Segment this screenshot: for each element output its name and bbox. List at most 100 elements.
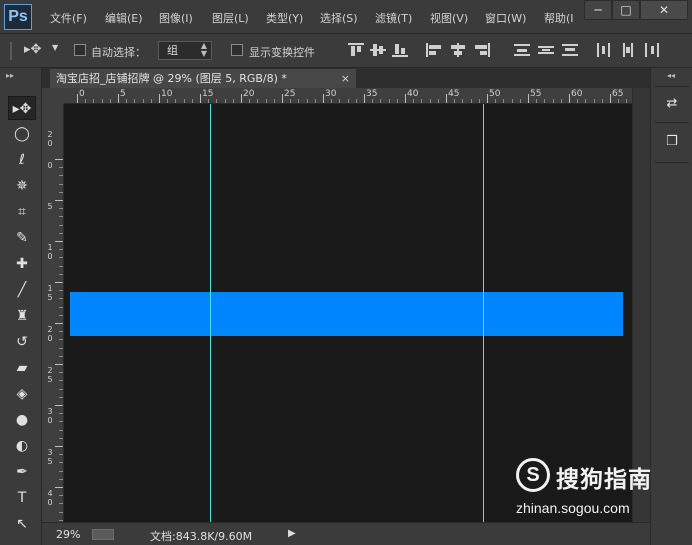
tool-eraser-icon[interactable]: ▰ [8, 356, 36, 380]
ruler-minor-tick [208, 99, 210, 103]
ruler-label: 5 [47, 202, 53, 211]
ruler-tick [55, 405, 63, 406]
tool-dodge-icon[interactable]: ◐ [8, 434, 36, 458]
tool-type-icon[interactable]: T [8, 486, 36, 510]
tool-blur-icon[interactable]: ● [8, 408, 36, 432]
ruler-label: 30 [325, 89, 337, 99]
tool-bucket-icon[interactable]: ◈ [8, 382, 36, 406]
align-vcenter-icon[interactable] [370, 43, 386, 57]
menu-view[interactable]: 视图(V) [430, 10, 468, 26]
ruler-minor-tick [59, 478, 63, 480]
ruler-minor-tick [59, 355, 63, 357]
guide-line[interactable] [483, 104, 484, 522]
tool-stamp-icon[interactable]: ♜ [8, 304, 36, 328]
menu-layer[interactable]: 图层(L) [212, 10, 249, 26]
ruler-tick [610, 94, 611, 103]
show-transform-checkbox[interactable] [231, 44, 243, 56]
ruler-minor-tick [355, 99, 357, 103]
move-tool-icon[interactable]: ▸✥ [24, 42, 41, 57]
tool-history-brush-icon[interactable]: ↺ [8, 330, 36, 354]
ruler-minor-tick [265, 99, 267, 103]
align-hcenter-icon[interactable] [450, 43, 466, 57]
align-left-icon[interactable] [426, 43, 442, 57]
align-top-icon[interactable] [348, 43, 364, 57]
tool-marquee-icon[interactable]: ◯ [8, 122, 36, 146]
menu-select[interactable]: 选择(S) [320, 10, 358, 26]
status-info-icon [92, 529, 114, 540]
expand-arrows-icon[interactable]: ◂◂ [667, 71, 675, 80]
tool-magic-wand-icon[interactable]: ✵ [8, 174, 36, 198]
ruler-minor-tick [59, 511, 63, 513]
ruler-minor-tick [191, 99, 193, 103]
properties-panel-icon[interactable]: ❒ [659, 130, 685, 154]
ruler-label: 2 [47, 130, 53, 139]
vertical-scrollbar[interactable] [632, 88, 650, 522]
ruler-tick [364, 94, 365, 103]
minimize-button[interactable]: ─ [584, 0, 612, 20]
ruler-minor-tick [167, 99, 169, 103]
align-bottom-icon[interactable] [392, 43, 408, 57]
menu-type[interactable]: 类型(Y) [266, 10, 303, 26]
ruler-minor-tick [59, 495, 63, 497]
distribute-left-icon[interactable] [596, 43, 612, 57]
tool-eyedropper-icon[interactable]: ✎ [8, 226, 36, 250]
ruler-label: 2 [47, 366, 53, 375]
history-panel-icon[interactable]: ⇄ [659, 92, 685, 116]
ruler-label: 40 [407, 89, 419, 99]
ruler-minor-tick [314, 99, 316, 103]
menu-edit[interactable]: 编辑(E) [105, 10, 143, 26]
ruler-label: 5 [47, 293, 53, 302]
tool-pen-icon[interactable]: ✒ [8, 460, 36, 484]
document-tab[interactable]: 淘宝店招_店铺招牌 @ 29% (图层 5, RGB/8) * × [50, 69, 356, 88]
distribute-vcenter-icon[interactable] [538, 43, 554, 57]
distribute-right-icon[interactable] [644, 43, 660, 57]
ruler-minor-tick [59, 191, 63, 193]
guide-line[interactable] [210, 104, 211, 522]
tool-brush-icon[interactable]: ╱ [8, 278, 36, 302]
chevron-down-icon[interactable]: ▼ [52, 43, 58, 52]
status-bar: 29% 文档:843.8K/9.60M ▶ [42, 522, 650, 545]
ruler-minor-tick [618, 99, 620, 103]
distribute-hcenter-icon[interactable] [620, 43, 636, 57]
menu-window[interactable]: 窗口(W) [485, 10, 526, 26]
collapse-arrows-icon[interactable]: ▸▸ [6, 71, 14, 80]
close-tab-icon[interactable]: × [341, 69, 350, 88]
ruler-tick [569, 94, 570, 103]
menu-image[interactable]: 图像(I) [159, 10, 193, 26]
tool-lasso-icon[interactable]: ℓ [8, 148, 36, 172]
status-menu-arrow-icon[interactable]: ▶ [288, 528, 296, 539]
auto-select-checkbox[interactable] [74, 44, 86, 56]
tool-move-icon[interactable]: ▸✥ [8, 96, 36, 120]
ruler-label: 25 [284, 89, 296, 99]
ruler-tick [55, 282, 63, 283]
tool-crop-icon[interactable]: ⌗ [8, 200, 36, 224]
ruler-minor-tick [249, 99, 251, 103]
menu-file[interactable]: 文件(F) [50, 10, 87, 26]
blue-rectangle-layer[interactable] [70, 292, 623, 336]
ruler-minor-tick [175, 99, 177, 103]
zoom-level[interactable]: 29% [56, 528, 80, 541]
align-right-icon[interactable] [474, 43, 490, 57]
menu-help[interactable]: 帮助(I [544, 10, 574, 26]
distribute-top-icon[interactable] [514, 43, 530, 57]
vertical-ruler[interactable]: 200510152025303540 [42, 104, 64, 522]
distribute-bottom-icon[interactable] [562, 43, 578, 57]
ruler-minor-tick [59, 183, 63, 185]
maximize-button[interactable]: □ [612, 0, 640, 20]
menu-filter[interactable]: 滤镜(T) [375, 10, 412, 26]
ruler-minor-tick [59, 216, 63, 218]
horizontal-ruler[interactable]: 0 5 10 15 20 25 30 35 40 45 50 55 60 65 [64, 88, 632, 104]
ruler-label: 0 [47, 252, 53, 261]
ruler-minor-tick [59, 339, 63, 341]
close-button[interactable]: ✕ [640, 0, 688, 20]
ruler-label: 55 [530, 89, 542, 99]
ruler-origin[interactable] [42, 88, 64, 104]
ruler-tick [55, 446, 63, 447]
tool-path-select-icon[interactable]: ↖ [8, 512, 36, 536]
ruler-minor-tick [59, 380, 63, 382]
tool-healing-icon[interactable]: ✚ [8, 252, 36, 276]
menu-bar: Ps 文件(F) 编辑(E) 图像(I) 图层(L) 类型(Y) 选择(S) 滤… [0, 0, 692, 34]
auto-select-dropdown[interactable]: 组 ▲ ▼ [158, 41, 212, 60]
ruler-tick [55, 159, 63, 160]
ruler-tick [55, 364, 63, 365]
